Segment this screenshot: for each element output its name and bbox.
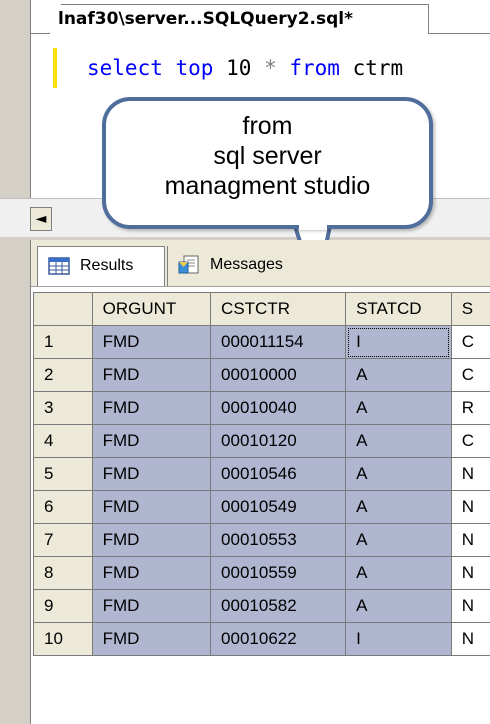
orgunt-cell[interactable]: FMD (91, 391, 212, 425)
results-grid[interactable]: ORGUNT CSTCTR STATCD S 1 FMD 000011154 I C 2 F… (33, 292, 490, 656)
statcd-cell[interactable]: I (345, 622, 452, 656)
statcd-cell[interactable]: A (345, 589, 452, 623)
grid-corner-header[interactable] (33, 292, 93, 326)
s-cell[interactable]: N (450, 490, 490, 524)
s-cell[interactable]: N (450, 589, 490, 623)
code-line[interactable]: select top 10 * from ctrm (53, 48, 490, 88)
s-cell[interactable]: N (450, 556, 490, 590)
callout-bubble: from sql server managment studio (102, 97, 433, 229)
column-header-orgunt[interactable]: ORGUNT (91, 292, 212, 326)
cstctr-cell[interactable]: 00010553 (210, 523, 347, 557)
s-cell[interactable]: N (450, 622, 490, 656)
tab-query-file[interactable]: lnaf30\server...SQLQuery2.sql* (49, 4, 429, 34)
row-number-cell[interactable]: 9 (33, 589, 93, 623)
cstctr-cell[interactable]: 00010549 (210, 490, 347, 524)
orgunt-cell[interactable]: FMD (91, 556, 212, 590)
star-operator: * (264, 56, 277, 80)
table-name: ctrm (352, 56, 404, 80)
orgunt-cell[interactable]: FMD (91, 622, 212, 656)
row-number-cell[interactable]: 7 (33, 523, 93, 557)
table-row[interactable]: 9 FMD 00010582 A N (33, 589, 490, 623)
table-row[interactable]: 2 FMD 00010000 A C (33, 358, 490, 392)
table-row[interactable]: 10 FMD 00010622 I N (33, 622, 490, 656)
cstctr-cell[interactable]: 00010546 (210, 457, 347, 491)
statcd-cell[interactable]: A (345, 457, 452, 491)
cstctr-cell[interactable]: 00010000 (210, 358, 347, 392)
scroll-left-arrow-icon[interactable]: ◄ (30, 207, 52, 231)
column-header-cstctr[interactable]: CSTCTR (210, 292, 347, 326)
grid-icon (48, 257, 70, 275)
cstctr-cell[interactable]: 00010559 (210, 556, 347, 590)
row-number-cell[interactable]: 1 (33, 325, 93, 359)
keyword-select: select (87, 56, 163, 80)
orgunt-cell[interactable]: FMD (91, 424, 212, 458)
row-number-cell[interactable]: 2 (33, 358, 93, 392)
keyword-from: from (289, 56, 340, 80)
row-number-cell[interactable]: 8 (33, 556, 93, 590)
table-row[interactable]: 3 FMD 00010040 A R (33, 391, 490, 425)
callout-line-3: managment studio (164, 172, 371, 200)
s-cell[interactable]: N (450, 523, 490, 557)
cstctr-cell[interactable]: 00010582 (210, 589, 347, 623)
column-header-s[interactable]: S (450, 292, 490, 326)
column-header-statcd[interactable]: STATCD (345, 292, 452, 326)
tab-messages-label: Messages (210, 256, 283, 273)
s-cell[interactable]: C (450, 358, 490, 392)
cstctr-cell[interactable]: 00010622 (210, 622, 347, 656)
tab-results-label: Results (80, 257, 134, 274)
statcd-cell[interactable]: A (345, 424, 452, 458)
table-row[interactable]: 8 FMD 00010559 A N (33, 556, 490, 590)
callout-line-2: sql server (213, 142, 322, 170)
statcd-cell[interactable]: A (345, 556, 452, 590)
row-number-cell[interactable]: 4 (33, 424, 93, 458)
results-pane: Results Messages ORGUNT CSTCTR STATCD S … (30, 240, 490, 724)
statcd-cell[interactable]: A (345, 523, 452, 557)
tab-results[interactable]: Results (37, 246, 165, 286)
s-cell[interactable]: N (450, 457, 490, 491)
table-row[interactable]: 5 FMD 00010546 A N (33, 457, 490, 491)
table-row[interactable]: 7 FMD 00010553 A N (33, 523, 490, 557)
row-number-cell[interactable]: 3 (33, 391, 93, 425)
orgunt-cell[interactable]: FMD (91, 358, 212, 392)
row-number-cell[interactable]: 6 (33, 490, 93, 524)
orgunt-cell[interactable]: FMD (91, 457, 212, 491)
messages-icon (178, 255, 199, 274)
statcd-cell[interactable]: A (345, 391, 452, 425)
row-number-cell[interactable]: 5 (33, 457, 93, 491)
table-row[interactable]: 1 FMD 000011154 I C (33, 325, 490, 359)
keyword-top: top (175, 56, 214, 80)
results-tab-strip: Results Messages (31, 240, 490, 287)
grid-header-row: ORGUNT CSTCTR STATCD S (33, 292, 490, 326)
cstctr-cell[interactable]: 00010120 (210, 424, 347, 458)
table-row[interactable]: 4 FMD 00010120 A C (33, 424, 490, 458)
orgunt-cell[interactable]: FMD (91, 589, 212, 623)
cstctr-cell[interactable]: 000011154 (210, 325, 347, 359)
number-literal: 10 (226, 56, 252, 80)
orgunt-cell[interactable]: FMD (91, 523, 212, 557)
grid-body: 1 FMD 000011154 I C 2 FMD 00010000 A C 3 FMD 0001004… (33, 325, 490, 656)
statcd-cell[interactable]: I (345, 325, 452, 359)
cstctr-cell[interactable]: 00010040 (210, 391, 347, 425)
orgunt-cell[interactable]: FMD (91, 325, 212, 359)
statcd-cell[interactable]: A (345, 490, 452, 524)
statcd-cell[interactable]: A (345, 358, 452, 392)
s-cell[interactable]: R (450, 391, 490, 425)
orgunt-cell[interactable]: FMD (91, 490, 212, 524)
row-number-cell[interactable]: 10 (33, 622, 93, 656)
s-cell[interactable]: C (450, 325, 490, 359)
s-cell[interactable]: C (450, 424, 490, 458)
table-row[interactable]: 6 FMD 00010549 A N (33, 490, 490, 524)
callout-line-1: from (242, 112, 293, 140)
tab-messages[interactable]: Messages (167, 246, 317, 286)
